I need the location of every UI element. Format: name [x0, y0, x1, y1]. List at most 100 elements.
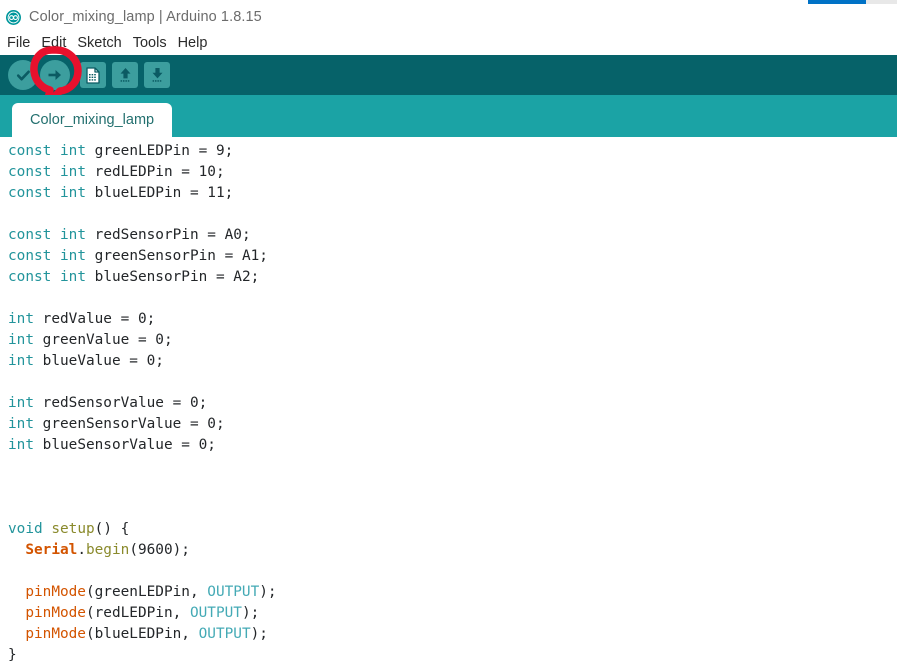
code-line: Serial.begin(9600); [0, 540, 897, 561]
code-token: OUTPUT [198, 626, 251, 642]
tab-label: Color_mixing_lamp [30, 112, 155, 128]
code-token: int [8, 353, 34, 369]
code-token: begin [85, 542, 130, 558]
code-token: greenSensorValue = 0; [34, 416, 225, 432]
code-token: blueSensorValue = 0; [34, 437, 216, 453]
code-token: blueLEDPin = 11; [86, 185, 234, 201]
code-token: void [8, 521, 43, 537]
code-token: setup [51, 521, 95, 537]
check-icon [8, 60, 38, 90]
code-token: redSensorPin = A0; [86, 227, 251, 243]
code-token: ); [241, 605, 260, 621]
document-icon [80, 62, 106, 88]
code-token: redSensorValue = 0; [34, 395, 208, 411]
menu-item-edit[interactable]: Edit [41, 35, 73, 51]
code-token: int [8, 311, 34, 327]
code-line: const int blueLEDPin = 11; [0, 183, 897, 204]
code-line: const int redSensorPin = A0; [0, 225, 897, 246]
code-token: (blueLEDPin, [85, 626, 199, 642]
code-token: ); [250, 626, 268, 642]
code-token: int [8, 332, 34, 348]
code-line: pinMode(blueLEDPin, OUTPUT); [0, 624, 897, 645]
code-token: const [8, 227, 52, 243]
toolbar [0, 55, 897, 95]
code-token: OUTPUT [207, 584, 260, 600]
code-token: const [8, 248, 52, 264]
code-token: (9600); [129, 542, 190, 558]
code-line: int redSensorValue = 0; [0, 393, 897, 414]
new-sketch-button[interactable] [78, 60, 108, 90]
upload-button[interactable] [40, 60, 70, 90]
code-token: OUTPUT [189, 605, 242, 621]
menu-item-file[interactable]: File [7, 35, 37, 51]
code-token: blueValue = 0; [34, 353, 164, 369]
code-token: pinMode [25, 605, 86, 621]
code-token: . [77, 542, 86, 558]
down-arrow-icon [144, 62, 170, 88]
code-line: int blueSensorValue = 0; [0, 435, 897, 456]
code-token: const [8, 185, 52, 201]
open-sketch-button[interactable] [110, 60, 140, 90]
code-line: const int greenSensorPin = A1; [0, 246, 897, 267]
title-bar: Color_mixing_lamp | Arduino 1.8.15 [0, 4, 897, 30]
code-token: int [8, 395, 34, 411]
code-token: } [8, 647, 17, 661]
code-editor[interactable]: const int greenLEDPin = 9; const int redL… [0, 137, 897, 661]
code-line: int greenSensorValue = 0; [0, 414, 897, 435]
code-line: void setup() { [0, 519, 897, 540]
window-title: Color_mixing_lamp | Arduino 1.8.15 [29, 9, 262, 25]
code-token: greenLEDPin = 9; [86, 143, 234, 159]
tab-color-mixing-lamp[interactable]: Color_mixing_lamp [12, 103, 173, 137]
code-token: Serial [25, 542, 78, 558]
code-token: pinMode [25, 584, 86, 600]
code-token: int [60, 185, 86, 201]
code-token: (redLEDPin, [85, 605, 190, 621]
menu-item-tools[interactable]: Tools [133, 35, 174, 51]
code-line: int redValue = 0; [0, 309, 897, 330]
code-line: const int redLEDPin = 10; [0, 162, 897, 183]
code-token: pinMode [25, 626, 86, 642]
verify-button[interactable] [8, 60, 38, 90]
save-sketch-button[interactable] [142, 60, 172, 90]
code-token: redValue = 0; [34, 311, 156, 327]
sketch-tab-strip: Color_mixing_lamp [0, 95, 897, 137]
code-token: int [60, 164, 86, 180]
code-token: (greenLEDPin, [85, 584, 208, 600]
code-token: ); [259, 584, 277, 600]
code-token: redLEDPin = 10; [86, 164, 225, 180]
menu-bar: File Edit Sketch Tools Help [0, 30, 897, 55]
code-token: const [8, 143, 52, 159]
code-token: greenValue = 0; [34, 332, 173, 348]
code-token: int [60, 248, 86, 264]
code-token: blueSensorPin = A2; [86, 269, 260, 285]
right-arrow-icon [40, 60, 70, 90]
code-token: const [8, 164, 52, 180]
code-line: pinMode(greenLEDPin, OUTPUT); [0, 582, 897, 603]
arduino-infinity-icon [6, 9, 21, 25]
menu-item-help[interactable]: Help [178, 35, 215, 51]
code-token: int [60, 269, 86, 285]
code-token: int [60, 143, 86, 159]
code-line: int blueValue = 0; [0, 351, 897, 372]
menu-item-sketch[interactable]: Sketch [77, 35, 128, 51]
code-line: const int greenLEDPin = 9; [0, 141, 897, 162]
code-token: greenSensorPin = A1; [86, 248, 268, 264]
code-line: pinMode(redLEDPin, OUTPUT); [0, 603, 897, 624]
code-line: } [0, 645, 897, 661]
code-token: const [8, 269, 52, 285]
code-token: () { [94, 521, 130, 537]
